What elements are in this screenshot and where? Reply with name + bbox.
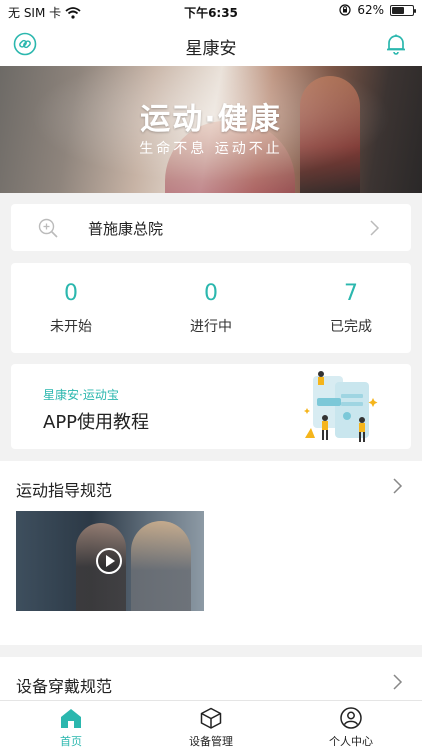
- stat-not-started[interactable]: 0 未开始: [11, 281, 131, 336]
- stat-completed[interactable]: 7 已完成: [291, 281, 411, 336]
- stat-label: 进行中: [190, 319, 232, 335]
- home-icon: [61, 709, 81, 728]
- battery-percent: 62%: [357, 3, 384, 17]
- tab-label: 首页: [60, 735, 82, 748]
- nav-bar: 星康安: [0, 24, 422, 66]
- chevron-right-icon: [370, 220, 380, 236]
- tutorial-card[interactable]: 星康安·运动宝 APP使用教程: [11, 364, 411, 449]
- hospital-name: 普施康总院: [88, 220, 164, 238]
- cube-icon: [200, 707, 222, 729]
- tab-label: 个人中心: [329, 735, 373, 748]
- task-stats: 0 未开始 0 进行中 7 已完成: [11, 263, 411, 353]
- video-thumbnail[interactable]: [16, 511, 204, 611]
- stat-value: 7: [344, 281, 358, 306]
- tab-profile[interactable]: 个人中心: [301, 707, 401, 749]
- section-title: 运动指导规范: [16, 481, 113, 500]
- tab-bar: 首页 设备管理 个人中心: [0, 700, 422, 750]
- chevron-right-icon[interactable]: [392, 673, 404, 691]
- tutorial-illustration: [304, 371, 378, 442]
- battery-icon: [390, 4, 416, 16]
- user-icon: [340, 707, 362, 729]
- banner-subtitle: 生命不息 运动不止: [139, 141, 283, 157]
- tab-home[interactable]: 首页: [21, 707, 121, 749]
- device-wear-section: 设备穿戴规范: [0, 657, 422, 702]
- tab-device-management[interactable]: 设备管理: [161, 707, 261, 749]
- search-plus-icon: [38, 218, 58, 238]
- stat-value: 0: [64, 281, 78, 306]
- orientation-lock-icon: [339, 4, 351, 16]
- status-bar: 无 SIM 卡 下午6:35 62%: [0, 0, 422, 24]
- stat-value: 0: [204, 281, 218, 306]
- tutorial-title: APP使用教程: [43, 412, 150, 433]
- tab-label: 设备管理: [189, 735, 233, 748]
- stat-label: 未开始: [50, 319, 92, 335]
- play-icon[interactable]: [96, 548, 122, 574]
- chevron-right-icon[interactable]: [392, 477, 404, 495]
- exercise-guide-section: 运动指导规范: [0, 461, 422, 645]
- bell-icon[interactable]: [384, 32, 408, 56]
- banner-title: 运动·健康: [140, 102, 282, 137]
- page-title: 星康安: [185, 39, 237, 59]
- tutorial-subtitle: 星康安·运动宝: [43, 388, 119, 402]
- stat-in-progress[interactable]: 0 进行中: [151, 281, 271, 336]
- section-title: 设备穿戴规范: [16, 677, 113, 696]
- banner-carousel[interactable]: 运动·健康 生命不息 运动不止: [0, 66, 422, 193]
- stat-label: 已完成: [330, 319, 372, 335]
- hospital-selector[interactable]: 普施康总院: [11, 204, 411, 251]
